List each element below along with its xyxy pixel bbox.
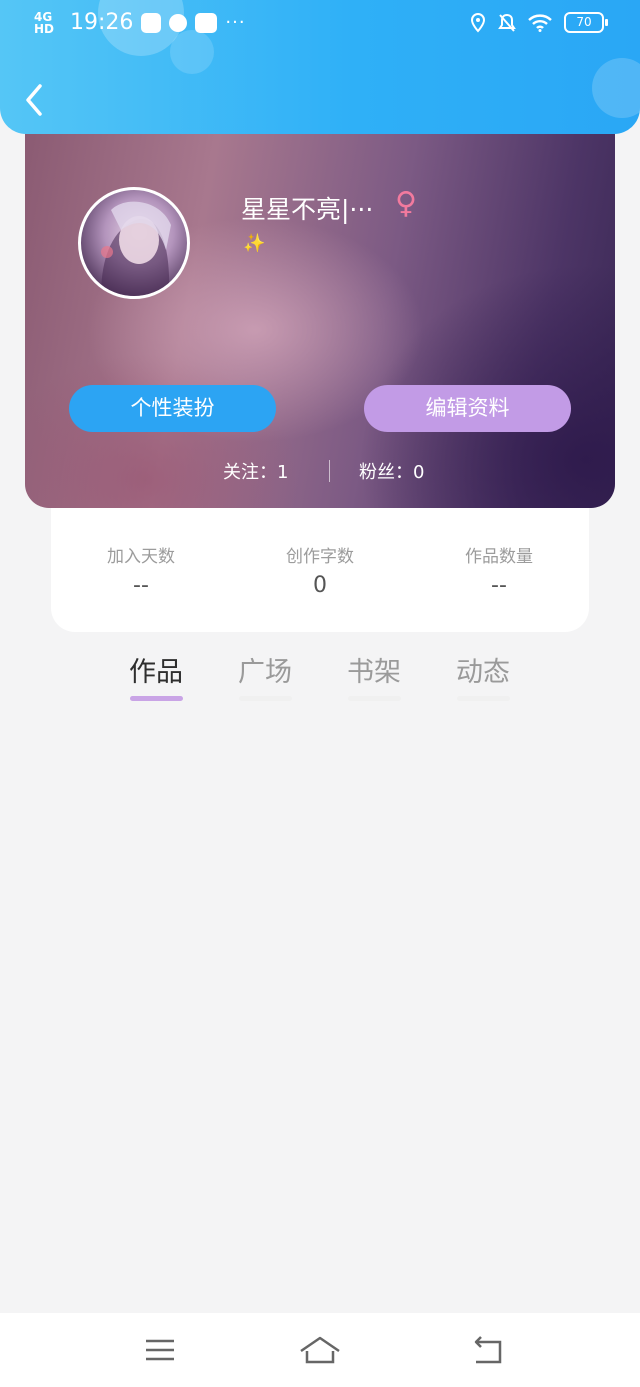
avatar[interactable] — [78, 187, 190, 299]
location-icon — [470, 12, 486, 32]
mute-bell-icon — [498, 13, 516, 32]
profile-banner: 星星不亮|··· ♀ ✨ 个性装扮 编辑资料 关注：1 粉丝：0 — [25, 100, 615, 508]
tab-indicator — [239, 696, 292, 701]
edit-profile-button[interactable]: 编辑资料 — [364, 385, 571, 432]
stat-value: -- — [133, 573, 149, 598]
youku-app-icon — [195, 12, 218, 33]
tab-label: 书架 — [347, 657, 401, 688]
battery-indicator: 70 — [564, 12, 608, 33]
tab-label: 广场 — [238, 657, 292, 688]
sparkle-icon: ✨ — [243, 233, 266, 254]
tab-indicator — [130, 696, 183, 701]
back-arrow-icon[interactable] — [22, 80, 52, 120]
system-nav-bar — [0, 1313, 640, 1387]
fan-app-icon — [169, 13, 188, 32]
home-icon[interactable] — [298, 1333, 342, 1367]
fans-count[interactable]: 粉丝：0 — [359, 458, 424, 484]
stat-label: 创作字数 — [286, 547, 354, 567]
follow-divider — [329, 460, 330, 482]
tab-label: 动态 — [456, 657, 510, 688]
stat-word-count: 创作字数 0 — [230, 542, 410, 598]
content-tabs: 作品 广场 书架 动态 — [0, 650, 640, 710]
stat-label: 作品数量 — [465, 547, 533, 567]
menu-icon[interactable] — [140, 1333, 180, 1367]
nickname: 星星不亮|··· — [241, 195, 374, 224]
tab-works[interactable]: 作品 — [101, 650, 211, 701]
tab-activity[interactable]: 动态 — [428, 650, 538, 701]
follow-stats: 关注：1 粉丝：0 — [25, 458, 615, 484]
dress-up-button[interactable]: 个性装扮 — [69, 385, 276, 432]
stat-label: 加入天数 — [107, 547, 175, 567]
status-bar: 4G HD 19:26 ··· 70 — [0, 0, 640, 54]
top-header: 4G HD 19:26 ··· 70 — [0, 0, 640, 134]
wifi-icon — [528, 13, 552, 32]
stat-value: -- — [491, 573, 507, 598]
stat-join-days: 加入天数 -- — [51, 542, 231, 598]
signal-indicator: 4G HD — [34, 9, 55, 36]
tab-indicator — [348, 696, 401, 701]
tab-bookshelf[interactable]: 书架 — [319, 650, 429, 701]
tab-label: 作品 — [129, 657, 183, 688]
stat-works-count: 作品数量 -- — [409, 542, 589, 598]
decor-bubble — [592, 58, 640, 118]
tab-indicator — [457, 696, 510, 701]
female-gender-icon: ♀ — [395, 186, 417, 221]
clock-time: 19:26 — [70, 10, 134, 35]
stats-card: 加入天数 -- 创作字数 0 作品数量 -- — [51, 490, 589, 632]
tab-square[interactable]: 广场 — [210, 650, 320, 701]
following-count[interactable]: 关注：1 — [223, 458, 288, 484]
video-app-icon — [141, 12, 162, 33]
avatar-image — [101, 201, 171, 296]
return-icon[interactable] — [468, 1333, 508, 1367]
more-notifications: ··· — [225, 12, 246, 33]
stat-value: 0 — [313, 573, 327, 598]
